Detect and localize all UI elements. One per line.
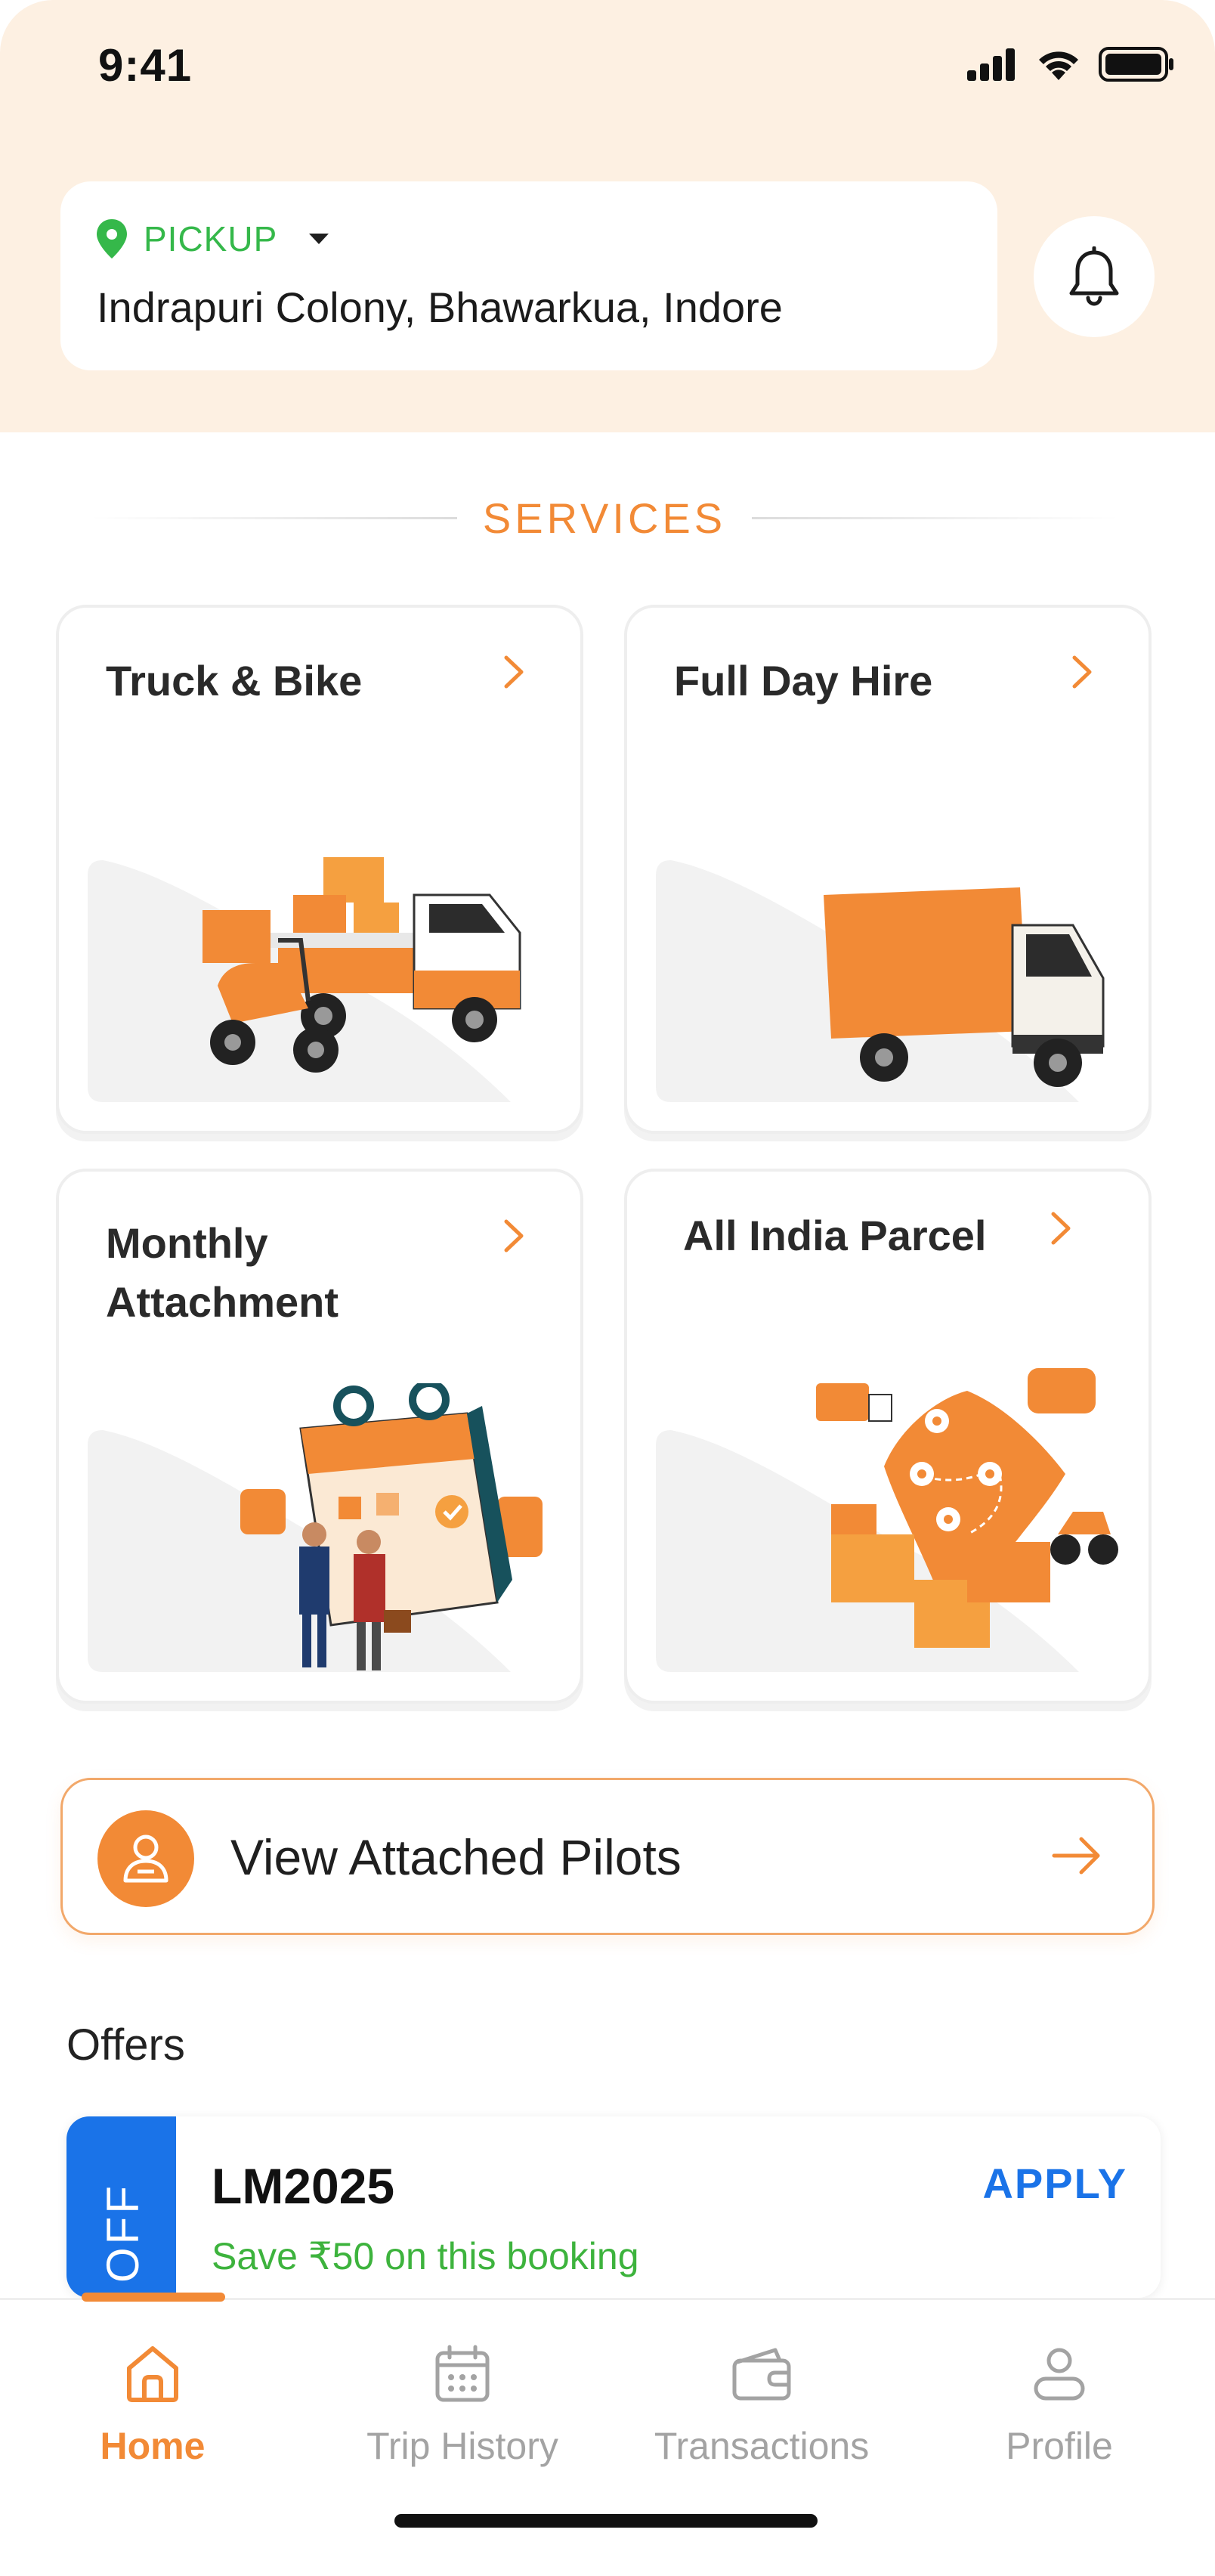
- user-icon: [123, 1834, 168, 1883]
- nav-item-transactions[interactable]: Transactions: [618, 2300, 905, 2497]
- all-india-parcel-map-illustration: [816, 1368, 1118, 1648]
- chevron-right-icon: [1051, 1212, 1071, 1245]
- service-card-truck-and-bike[interactable]: Truck & Bike: [56, 605, 583, 1134]
- truck-and-bike-illustration: [202, 857, 521, 1073]
- calendar-icon: [435, 2345, 490, 2402]
- divider: [752, 516, 1118, 519]
- apply-offer-button[interactable]: APPLY: [982, 2159, 1127, 2208]
- status-icons: [966, 47, 1176, 82]
- bell-icon: [1069, 246, 1119, 306]
- monthly-attachment-calendar-illustration: [240, 1383, 543, 1670]
- notification-button[interactable]: [1034, 216, 1155, 337]
- chevron-right-icon: [1072, 655, 1092, 689]
- arrow-right-icon: [1052, 1837, 1100, 1875]
- service-card-all-india-parcel[interactable]: All India Parcel: [624, 1169, 1152, 1704]
- map-pin-icon: [97, 219, 127, 259]
- pickup-label-row[interactable]: PICKUP: [94, 218, 332, 260]
- service-card-full-day-hire[interactable]: Full Day Hire: [624, 605, 1152, 1134]
- offer-tag-label: OFF: [97, 2183, 148, 2283]
- profile-icon: [1034, 2348, 1085, 2401]
- pickup-location-selector[interactable]: PICKUP Indrapuri Colony, Bhawarkua, Indo…: [60, 181, 997, 370]
- nav-item-trip-history[interactable]: Trip History: [319, 2300, 606, 2497]
- nav-label-trip-history: Trip History: [366, 2425, 558, 2467]
- services-header: SERVICES: [91, 491, 1118, 544]
- view-attached-pilots-label: View Attached Pilots: [230, 1829, 682, 1885]
- bottom-navigation: Home Trip History Transactions Profile: [0, 2293, 1215, 2576]
- offer-tag: OFF: [66, 2116, 176, 2298]
- signal-icon: [967, 48, 1015, 81]
- service-card-title: Truck & Bike: [106, 657, 363, 704]
- offer-card: OFF LM2025 Save ₹50 on this booking APPL…: [66, 2116, 1161, 2298]
- view-attached-pilots-button[interactable]: View Attached Pilots: [60, 1778, 1155, 1935]
- home-icon: [127, 2346, 178, 2402]
- nav-label-home: Home: [100, 2425, 206, 2467]
- offers-section-title: Offers: [66, 2020, 185, 2070]
- service-card-title: All India Parcel: [683, 1212, 987, 1259]
- nav-label-transactions: Transactions: [654, 2425, 870, 2467]
- pickup-label: PICKUP: [144, 219, 278, 259]
- nav-item-profile[interactable]: Profile: [916, 2300, 1203, 2497]
- divider: [91, 516, 457, 519]
- offer-code: LM2025: [212, 2158, 395, 2214]
- wallet-icon: [732, 2348, 791, 2401]
- status-time: 9:41: [98, 40, 193, 91]
- chevron-right-icon: [504, 1219, 524, 1252]
- service-card-title: Monthly Attachment: [106, 1219, 339, 1326]
- wifi-icon: [1039, 51, 1078, 80]
- battery-icon: [1099, 47, 1173, 82]
- chevron-right-icon: [504, 655, 524, 689]
- service-card-monthly-attachment[interactable]: Monthly Attachment: [56, 1169, 583, 1704]
- caret-down-icon[interactable]: [306, 231, 332, 247]
- services-title: SERVICES: [482, 494, 727, 542]
- pickup-address: Indrapuri Colony, Bhawarkua, Indore: [97, 283, 783, 331]
- service-card-title: Full Day Hire: [674, 657, 933, 704]
- nav-item-home[interactable]: Home: [9, 2300, 296, 2497]
- pilot-avatar: [97, 1810, 194, 1907]
- full-day-hire-truck-illustration: [824, 887, 1105, 1087]
- offer-description: Save ₹50 on this booking: [212, 2235, 639, 2277]
- nav-label-profile: Profile: [1006, 2425, 1113, 2467]
- home-indicator-bar: [394, 2514, 818, 2528]
